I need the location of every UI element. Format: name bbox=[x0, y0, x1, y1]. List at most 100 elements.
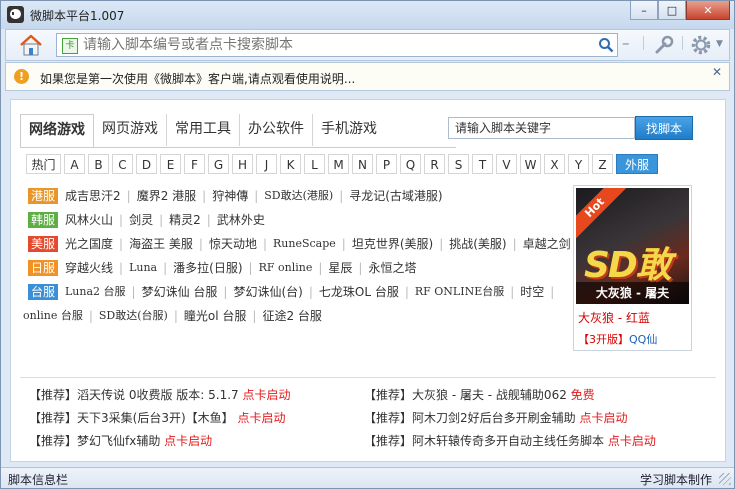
start-link[interactable]: 点卡启动 bbox=[608, 434, 656, 448]
game-link[interactable]: 梦幻诛仙 台服 bbox=[142, 280, 218, 304]
game-link[interactable]: 惊天动地 bbox=[209, 232, 257, 256]
letter-k[interactable]: K bbox=[280, 154, 301, 174]
start-link[interactable]: 免费 bbox=[571, 388, 595, 402]
letter-t[interactable]: T bbox=[472, 154, 493, 174]
game-link[interactable]: 风林火山 bbox=[65, 208, 113, 232]
recommend-title[interactable]: 梦幻飞仙fx辅助 bbox=[77, 434, 160, 448]
learn-script-link[interactable]: 学习脚本制作 bbox=[640, 471, 712, 488]
letter-m[interactable]: M bbox=[328, 154, 349, 174]
recommendation-item[interactable]: 【推荐】阿木轩辕传奇多开自动主线任务脚本 点卡启动 bbox=[364, 432, 656, 449]
letter-e[interactable]: E bbox=[160, 154, 181, 174]
letter-w[interactable]: W bbox=[520, 154, 541, 174]
letter-f[interactable]: F bbox=[184, 154, 205, 174]
game-link[interactable]: 成吉思汗2 bbox=[65, 184, 121, 208]
minimize-button[interactable]: – bbox=[630, 1, 658, 20]
start-link[interactable]: 点卡启动 bbox=[579, 411, 627, 425]
game-link[interactable]: RuneScape bbox=[273, 232, 336, 256]
letter-b[interactable]: B bbox=[88, 154, 109, 174]
tab-network-games[interactable]: 网络游戏 bbox=[20, 114, 94, 148]
home-icon[interactable] bbox=[18, 33, 44, 57]
wrench-icon[interactable] bbox=[653, 34, 675, 56]
letter-x[interactable]: X bbox=[544, 154, 565, 174]
game-link[interactable]: 卓越之剑 bbox=[523, 232, 571, 256]
tab-web-games[interactable]: 网页游戏 bbox=[94, 114, 167, 146]
letter-d[interactable]: D bbox=[136, 154, 157, 174]
game-link[interactable]: 潘多拉(日服) bbox=[173, 256, 242, 280]
game-link[interactable]: online 台服 bbox=[23, 304, 83, 328]
letter-c[interactable]: C bbox=[112, 154, 133, 174]
game-link[interactable]: SD敢达(台服) bbox=[99, 304, 168, 328]
recommend-title[interactable]: 阿木轩辕传奇多开自动主线任务脚本 bbox=[412, 434, 604, 448]
region-tag[interactable]: 韩服 bbox=[28, 212, 58, 228]
letter-g[interactable]: G bbox=[208, 154, 229, 174]
notice-text[interactable]: 如果您是第一次使用《微脚本》客户端,请点观看使用说明... bbox=[40, 70, 355, 87]
maximize-button[interactable]: □ bbox=[658, 1, 686, 20]
game-link[interactable]: 永恒之塔 bbox=[368, 256, 416, 280]
start-link[interactable]: 点卡启动 bbox=[237, 411, 285, 425]
game-link[interactable]: 梦幻诛仙(台) bbox=[233, 280, 302, 304]
region-tag[interactable]: 美服 bbox=[28, 236, 58, 252]
letter-r[interactable]: R bbox=[424, 154, 445, 174]
game-link[interactable]: 星辰 bbox=[328, 256, 352, 280]
game-link[interactable]: 瞳光ol 台服 bbox=[184, 304, 247, 328]
game-link[interactable]: 狩神傳 bbox=[212, 184, 248, 208]
letter-a[interactable]: A bbox=[64, 154, 85, 174]
recommend-title[interactable]: 滔天传说 0收费版 版本: 5.1.7 bbox=[77, 388, 239, 402]
tab-mobile-games[interactable]: 手机游戏 bbox=[313, 114, 385, 146]
game-link[interactable]: 寻龙记(古域港服) bbox=[349, 184, 442, 208]
letter-h[interactable]: H bbox=[232, 154, 253, 174]
game-link[interactable]: SD敢达(港服) bbox=[264, 184, 333, 208]
recommend-title[interactable]: 天下3采集(后台3开)【木鱼】 bbox=[77, 411, 234, 425]
tab-tools[interactable]: 常用工具 bbox=[167, 114, 240, 146]
letter-z[interactable]: Z bbox=[592, 154, 613, 174]
game-link[interactable]: 穿越火线 bbox=[65, 256, 113, 280]
game-link[interactable]: Luna2 台服 bbox=[65, 280, 126, 304]
close-icon[interactable]: ✕ bbox=[712, 65, 722, 79]
game-link[interactable]: 七龙珠OL 台服 bbox=[319, 280, 399, 304]
tab-office[interactable]: 办公软件 bbox=[240, 114, 313, 146]
game-link[interactable]: 征途2 台服 bbox=[262, 304, 321, 328]
recommendation-item[interactable]: 【推荐】大灰狼 - 屠夫 - 战舰辅助062 免费 bbox=[364, 386, 595, 403]
letter-l[interactable]: L bbox=[304, 154, 325, 174]
letter-n[interactable]: N bbox=[352, 154, 373, 174]
promo-image[interactable]: SD敢 Hot 大灰狼 - 屠夫 bbox=[576, 188, 689, 304]
game-link[interactable]: 挑战(美服) bbox=[449, 232, 506, 256]
letter-y[interactable]: Y bbox=[568, 154, 589, 174]
recommendation-item[interactable]: 【推荐】天下3采集(后台3开)【木鱼】 点卡启动 bbox=[29, 409, 286, 426]
script-search-input[interactable] bbox=[83, 36, 563, 54]
letter-q[interactable]: Q bbox=[400, 154, 421, 174]
script-search-box[interactable]: 卡 bbox=[56, 33, 618, 57]
start-link[interactable]: 点卡启动 bbox=[243, 388, 291, 402]
game-link[interactable]: RF online bbox=[259, 256, 313, 280]
close-button[interactable]: ✕ bbox=[686, 1, 730, 20]
region-tag[interactable]: 港服 bbox=[28, 188, 58, 204]
letter-v[interactable]: V bbox=[496, 154, 517, 174]
resize-grip[interactable] bbox=[719, 473, 731, 485]
recommend-title[interactable]: 大灰狼 - 屠夫 - 战舰辅助062 bbox=[412, 388, 567, 402]
start-link[interactable]: 点卡启动 bbox=[164, 434, 212, 448]
recommendation-item[interactable]: 【推荐】阿木刀剑2好后台多开刷金辅助 点卡启动 bbox=[364, 409, 628, 426]
game-link[interactable]: 魔界2 港服 bbox=[137, 184, 196, 208]
promo-card[interactable]: SD敢 Hot 大灰狼 - 屠夫 大灰狼 - 红蓝 【3开版】QQ仙 bbox=[573, 185, 692, 351]
game-link[interactable]: 坦克世界(美服) bbox=[352, 232, 433, 256]
recommendation-item[interactable]: 【推荐】梦幻飞仙fx辅助 点卡启动 bbox=[29, 432, 212, 449]
promo-link-1[interactable]: 大灰狼 - 红蓝 bbox=[578, 309, 650, 326]
gear-icon[interactable] bbox=[690, 34, 712, 56]
game-link[interactable]: 光之国度 bbox=[65, 232, 113, 256]
find-script-button[interactable]: 找脚本 bbox=[635, 116, 693, 140]
game-link[interactable]: 精灵2 bbox=[169, 208, 201, 232]
chevron-down-icon[interactable]: ▼ bbox=[716, 39, 723, 49]
letter-p[interactable]: P bbox=[376, 154, 397, 174]
promo-link-2[interactable]: 【3开版】QQ仙 bbox=[578, 331, 657, 347]
game-link[interactable]: 海盗王 美服 bbox=[129, 232, 193, 256]
letter-s[interactable]: S bbox=[448, 154, 469, 174]
keyword-input[interactable] bbox=[448, 117, 635, 139]
letter-foreign-server[interactable]: 外服 bbox=[616, 154, 658, 174]
game-link[interactable]: RF ONLINE台服 bbox=[415, 280, 504, 304]
region-tag[interactable]: 日服 bbox=[28, 260, 58, 276]
region-tag[interactable]: 台服 bbox=[28, 284, 58, 300]
game-link[interactable]: 剑灵 bbox=[129, 208, 153, 232]
letter-hot[interactable]: 热门 bbox=[26, 154, 61, 174]
game-link[interactable]: 武林外史 bbox=[217, 208, 265, 232]
recommendation-item[interactable]: 【推荐】滔天传说 0收费版 版本: 5.1.7 点卡启动 bbox=[29, 386, 291, 403]
